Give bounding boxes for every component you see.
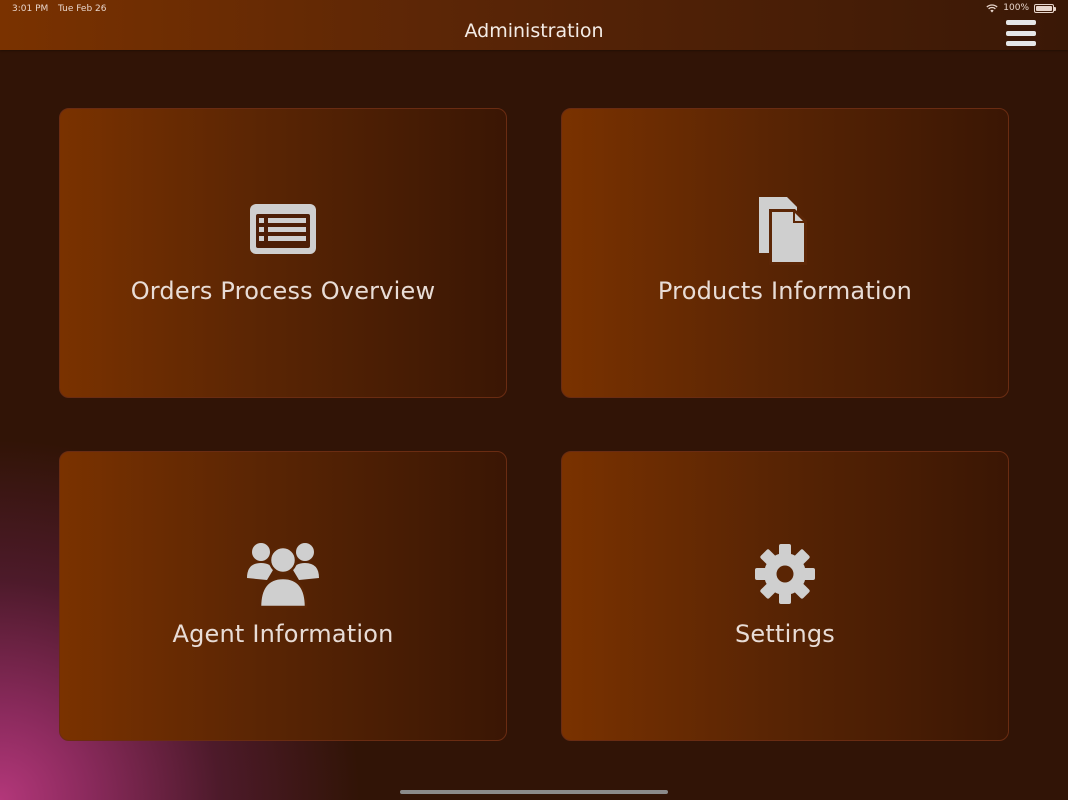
users-icon xyxy=(247,538,319,610)
page-title: Administration xyxy=(464,20,604,42)
status-bar: 3:01 PM Tue Feb 26 100% xyxy=(0,0,1068,18)
tile-label: Orders Process Overview xyxy=(130,277,436,305)
documents-icon xyxy=(749,195,821,267)
tile-orders-process-overview[interactable]: Orders Process Overview xyxy=(59,108,507,398)
tile-label: Products Information xyxy=(657,277,913,305)
tile-label: Settings xyxy=(734,620,836,648)
battery-icon xyxy=(1034,3,1056,13)
tile-products-information[interactable]: Products Information xyxy=(561,108,1009,398)
tile-label: Agent Information xyxy=(172,620,394,648)
tile-settings[interactable]: Settings xyxy=(561,451,1009,741)
status-date: Tue Feb 26 xyxy=(58,4,107,14)
tile-agent-information[interactable]: Agent Information xyxy=(59,451,507,741)
battery-percent: 100% xyxy=(1003,3,1029,13)
status-indicators: 100% xyxy=(986,3,1056,13)
wifi-icon xyxy=(986,3,998,12)
list-icon xyxy=(247,195,319,267)
hamburger-menu-icon[interactable] xyxy=(1006,20,1036,46)
gear-icon xyxy=(749,538,821,610)
home-indicator[interactable] xyxy=(400,790,668,794)
status-time: 3:01 PM xyxy=(12,4,49,14)
